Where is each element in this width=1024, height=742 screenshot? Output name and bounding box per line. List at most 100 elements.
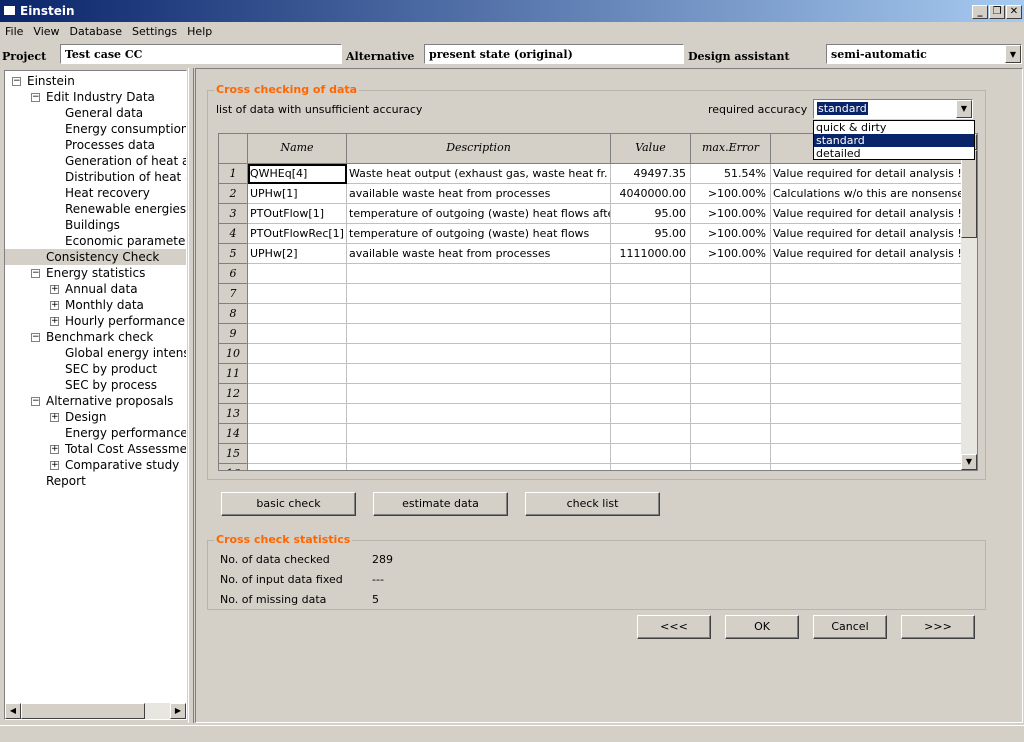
collapse-icon[interactable]: − (31, 93, 40, 102)
tree-item-buildings[interactable]: Buildings (65, 217, 120, 233)
cell-note[interactable] (771, 284, 962, 304)
tree-item-hourly-performance[interactable]: Hourly performance da (65, 313, 186, 329)
restore-button[interactable]: ❐ (989, 5, 1005, 19)
cell-value[interactable] (611, 424, 691, 444)
cell-max-error[interactable]: >100.00% (691, 184, 771, 204)
cell-description[interactable]: temperature of outgoing (waste) heat flo… (347, 224, 611, 244)
cell-value[interactable]: 49497.35 (611, 164, 691, 184)
tree-item-processes-data[interactable]: Processes data (65, 137, 155, 153)
cell-name[interactable] (248, 424, 347, 444)
cell-max-error[interactable] (691, 284, 771, 304)
cell-max-error[interactable] (691, 404, 771, 424)
cell-value[interactable] (611, 324, 691, 344)
expand-icon[interactable]: + (50, 285, 59, 294)
check-list-button[interactable]: check list (525, 492, 660, 516)
cell-description[interactable] (347, 384, 611, 404)
cell-description[interactable] (347, 284, 611, 304)
tree-item-report[interactable]: Report (46, 473, 86, 489)
cell-note[interactable] (771, 424, 962, 444)
cell-note[interactable] (771, 344, 962, 364)
cell-note[interactable]: Calculations w/o this are nonsense !!! (771, 184, 962, 204)
cell-name[interactable] (248, 404, 347, 424)
cell-max-error[interactable]: 51.54% (691, 164, 771, 184)
header-max-error[interactable]: max.Error (691, 134, 771, 164)
cell-description[interactable] (347, 364, 611, 384)
cell-name[interactable] (248, 364, 347, 384)
cell-value[interactable]: 95.00 (611, 204, 691, 224)
scroll-thumb[interactable] (961, 150, 977, 238)
tree-item-global-energy-intensity[interactable]: Global energy intensity (65, 345, 186, 361)
cell-max-error[interactable] (691, 344, 771, 364)
tree-item-alternative-proposals[interactable]: Alternative proposals (46, 393, 173, 409)
accuracy-combo[interactable]: standard ▼ (813, 99, 973, 119)
basic-check-button[interactable]: basic check (221, 492, 356, 516)
header-value[interactable]: Value (611, 134, 691, 164)
cell-value[interactable] (611, 304, 691, 324)
cell-max-error[interactable] (691, 364, 771, 384)
close-button[interactable]: ✕ (1006, 5, 1022, 19)
cell-note[interactable] (771, 324, 962, 344)
cell-name[interactable] (248, 304, 347, 324)
scroll-left-icon[interactable]: ◀ (5, 703, 21, 719)
cell-max-error[interactable] (691, 384, 771, 404)
cell-name[interactable]: UPHw[2] (248, 244, 347, 264)
cell-name[interactable] (248, 444, 347, 464)
cell-value[interactable]: 4040000.00 (611, 184, 691, 204)
tree-item-energy-statistics[interactable]: Energy statistics (46, 265, 145, 281)
chevron-down-icon[interactable]: ▼ (1005, 45, 1021, 63)
collapse-icon[interactable]: − (31, 397, 40, 406)
next-button[interactable]: >>> (901, 615, 975, 639)
cell-value[interactable]: 1111000.00 (611, 244, 691, 264)
cell-note[interactable] (771, 444, 962, 464)
tree-item-total-cost-assessment[interactable]: Total Cost Assessmen (65, 441, 186, 457)
cell-name[interactable]: PTOutFlowRec[1] (248, 224, 347, 244)
estimate-data-button[interactable]: estimate data (373, 492, 508, 516)
cell-name[interactable] (248, 284, 347, 304)
expand-icon[interactable]: + (50, 317, 59, 326)
panel-splitter[interactable] (188, 68, 194, 723)
tree-item-monthly-data[interactable]: Monthly data (65, 297, 144, 313)
option-detailed[interactable]: detailed (814, 147, 974, 160)
cell-note[interactable] (771, 404, 962, 424)
project-field[interactable]: Test case CC (60, 44, 342, 64)
cell-name[interactable] (248, 324, 347, 344)
cell-description[interactable] (347, 444, 611, 464)
cell-note[interactable]: Value required for detail analysis !!! (771, 224, 962, 244)
tree-horizontal-scrollbar[interactable]: ◀ ▶ (5, 703, 186, 719)
cell-name[interactable]: PTOutFlow[1] (248, 204, 347, 224)
cell-description[interactable]: Waste heat output (exhaust gas, waste he… (347, 164, 611, 184)
tree-item-sec-by-product[interactable]: SEC by product (65, 361, 157, 377)
cell-note[interactable]: Value required for detail analysis !!! (771, 244, 962, 264)
tree-item-annual-data[interactable]: Annual data (65, 281, 138, 297)
cell-name[interactable]: UPHw[1] (248, 184, 347, 204)
cell-name[interactable] (248, 264, 347, 284)
cell-description[interactable]: available waste heat from processes (347, 244, 611, 264)
cell-description[interactable]: temperature of outgoing (waste) heat flo… (347, 204, 611, 224)
cell-note[interactable] (771, 304, 962, 324)
alternative-field[interactable]: present state (original) (424, 44, 684, 64)
cell-value[interactable] (611, 464, 691, 470)
tree-item-general-data[interactable]: General data (65, 105, 143, 121)
cell-value[interactable] (611, 404, 691, 424)
tree-item-distribution-of-heat[interactable]: Distribution of heat ar (65, 169, 186, 185)
cell-note[interactable] (771, 264, 962, 284)
expand-icon[interactable]: + (50, 413, 59, 422)
header-name[interactable]: Name (248, 134, 347, 164)
ok-button[interactable]: OK (725, 615, 799, 639)
menu-settings[interactable]: Settings (127, 22, 182, 38)
cell-name[interactable] (248, 464, 347, 470)
chevron-down-icon[interactable]: ▼ (956, 100, 972, 118)
tree-item-economic-parameters[interactable]: Economic parameters (65, 233, 186, 249)
cell-note[interactable] (771, 384, 962, 404)
scroll-thumb[interactable] (21, 703, 145, 719)
cell-note[interactable]: Value required for detail analysis !!! (771, 204, 962, 224)
minimize-button[interactable]: _ (972, 5, 988, 19)
expand-icon[interactable]: + (50, 461, 59, 470)
tree-item-edit-industry-data[interactable]: Edit Industry Data (46, 89, 155, 105)
cell-name[interactable] (248, 384, 347, 404)
design-assistant-combo[interactable]: semi-automatic ▼ (826, 44, 1022, 64)
cell-max-error[interactable] (691, 464, 771, 470)
cell-description[interactable] (347, 404, 611, 424)
menu-view[interactable]: View (28, 22, 64, 38)
tree-item-sec-by-process[interactable]: SEC by process (65, 377, 157, 393)
